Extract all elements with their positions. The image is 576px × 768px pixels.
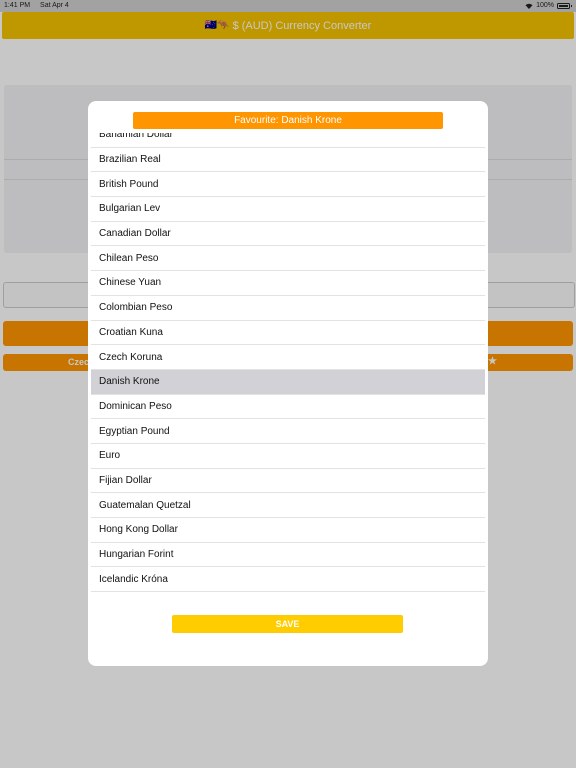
list-item[interactable]: Bahamian Dollar (91, 133, 485, 148)
list-item[interactable]: Chinese Yuan (91, 271, 485, 296)
list-item[interactable]: Colombian Peso (91, 296, 485, 321)
list-item[interactable]: Canadian Dollar (91, 222, 485, 247)
list-item[interactable]: Danish Krone (91, 369, 485, 395)
favourite-banner: Favourite: Danish Krone (133, 112, 443, 129)
list-item[interactable]: Euro (91, 444, 485, 469)
list-item[interactable]: Icelandic Króna (91, 567, 485, 593)
list-item[interactable]: Croatian Kuna (91, 321, 485, 346)
list-item[interactable]: Hong Kong Dollar (91, 518, 485, 543)
currency-picker-modal: Favourite: Danish Krone Bahamian Dollar B… (88, 101, 488, 666)
list-item[interactable]: Hungarian Forint (91, 543, 485, 568)
list-item[interactable]: Brazilian Real (91, 148, 485, 173)
list-item[interactable]: Egyptian Pound (91, 419, 485, 444)
list-item[interactable]: Bulgarian Lev (91, 197, 485, 222)
list-item[interactable]: Guatemalan Quetzal (91, 493, 485, 518)
list-item[interactable]: Dominican Peso (91, 395, 485, 420)
currency-list[interactable]: Bahamian Dollar Brazilian Real British Pou… (91, 133, 485, 601)
list-item[interactable]: Czech Koruna (91, 345, 485, 370)
list-item[interactable]: Chilean Peso (91, 246, 485, 272)
currency-list-content: Bahamian Dollar Brazilian Real British Pou… (91, 133, 485, 593)
list-item[interactable]: British Pound (91, 172, 485, 198)
save-button[interactable]: SAVE (172, 615, 403, 633)
list-item[interactable]: Fijian Dollar (91, 469, 485, 494)
